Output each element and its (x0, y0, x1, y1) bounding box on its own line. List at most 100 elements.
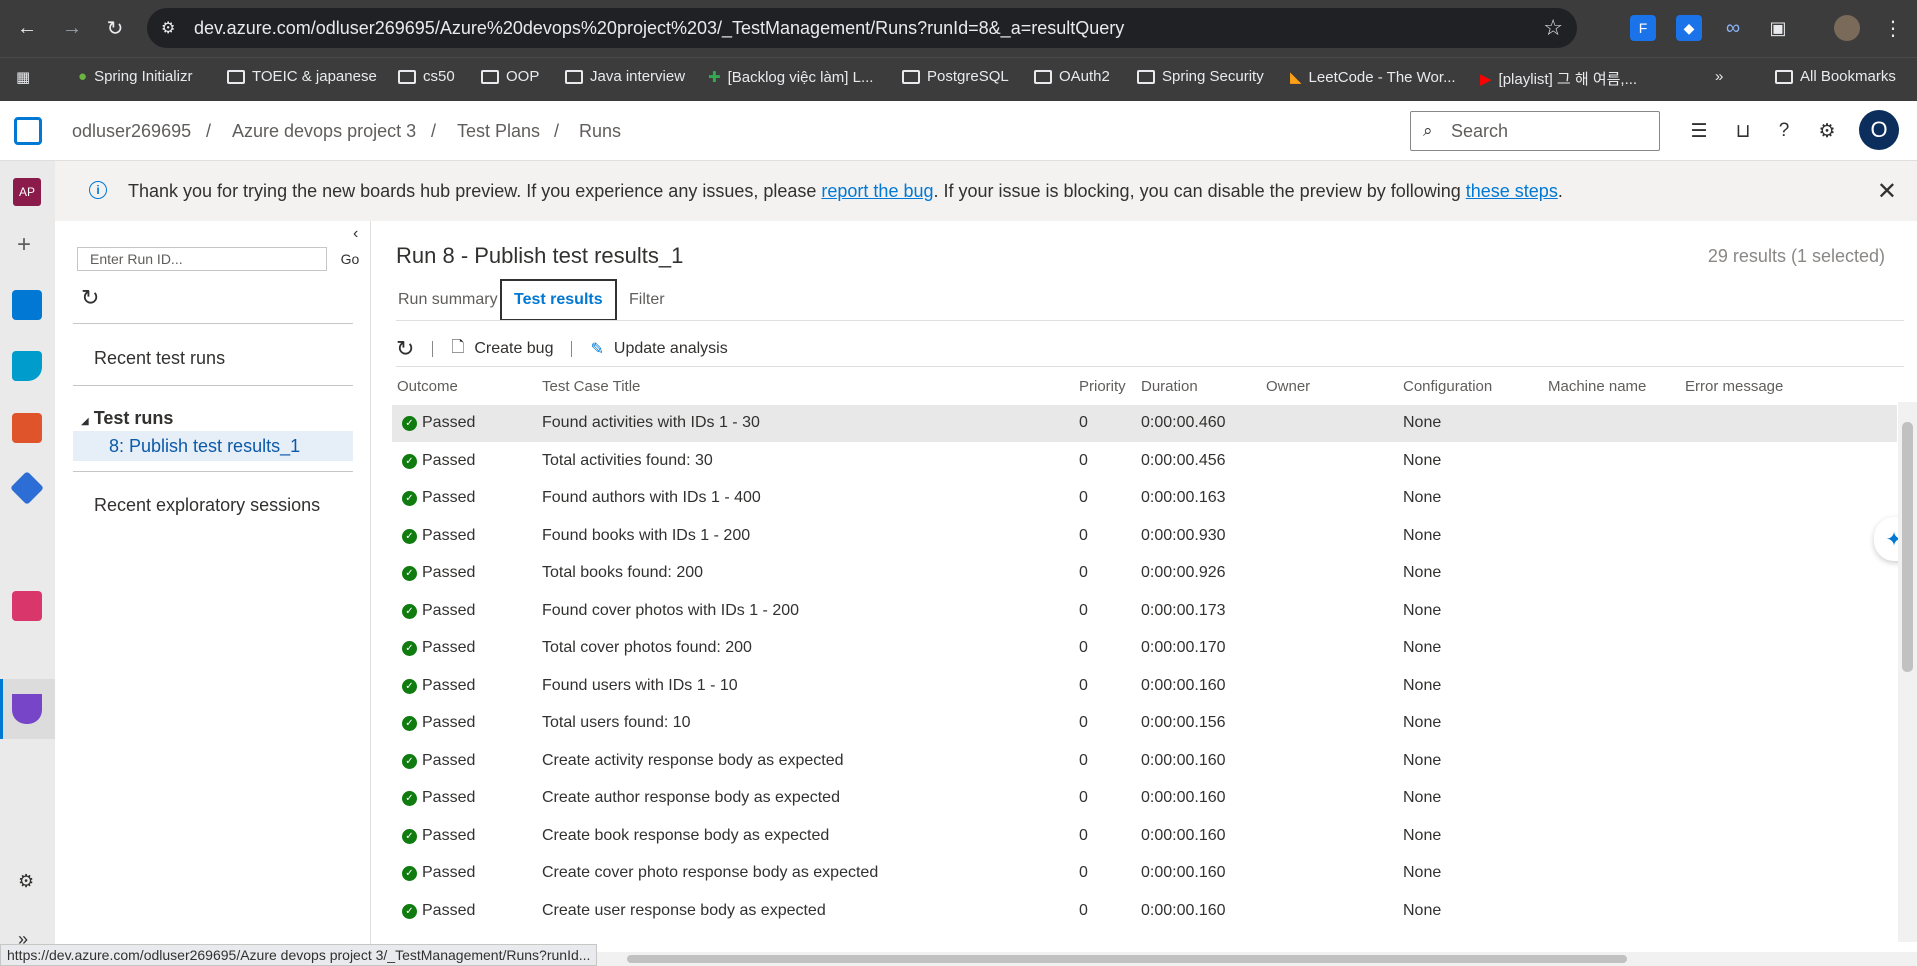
search-input[interactable]: ⌕ Search (1410, 111, 1660, 151)
bookmark-spring-security[interactable]: Spring Security (1137, 68, 1264, 85)
duration-cell: 0:00:00.160 (1141, 789, 1226, 806)
pipelines-icon[interactable] (10, 471, 44, 505)
table-row[interactable]: ✓ Passed Total users found: 10 0 0:00:00.156… (392, 705, 1897, 742)
update-analysis-button[interactable]: ✎ Update analysis (590, 339, 727, 359)
address-bar[interactable]: ⚙ dev.azure.com/odluser269695/Azure%20de… (147, 8, 1577, 48)
bookmark-oop[interactable]: OOP (481, 68, 539, 85)
column-configuration[interactable]: Configuration (1403, 378, 1492, 408)
project-badge[interactable]: AP (13, 178, 41, 206)
work-items-list-icon[interactable]: ☰ (1687, 119, 1711, 143)
outcome-cell: Passed (422, 414, 476, 431)
column-duration[interactable]: Duration (1141, 378, 1198, 408)
marketplace-bag-icon[interactable]: ⊔ (1731, 119, 1755, 143)
selected-run-item[interactable]: 8: Publish test results_1 (73, 431, 353, 461)
recent-exploratory-sessions-item[interactable]: Recent exploratory sessions (94, 495, 320, 516)
column-machine-name[interactable]: Machine name (1548, 378, 1646, 408)
bookmark-java-interview[interactable]: Java interview (565, 68, 685, 85)
table-row[interactable]: ✓ Passed Total cover photos found: 200 0 0:0… (392, 630, 1897, 667)
vertical-scrollbar[interactable] (1898, 402, 1917, 942)
table-row[interactable]: ✓ Passed Total books found: 200 0 0:00:00.92… (392, 555, 1897, 592)
report-bug-link[interactable]: report the bug (821, 181, 933, 201)
column-error-message[interactable]: Error message (1685, 378, 1783, 408)
passed-check-icon: ✓ (402, 491, 417, 506)
test-runs-group[interactable]: ◢ Test runs (81, 408, 173, 429)
table-row[interactable]: ✓ Passed Create activity response body as … (392, 743, 1897, 780)
bookmark-postgresql[interactable]: PostgreSQL (902, 68, 1009, 85)
test-plans-icon[interactable] (12, 694, 42, 724)
tab-test-results[interactable]: Test results (500, 279, 617, 321)
browser-toolbar: ← → ↻ ⚙ dev.azure.com/odluser269695/Azur… (0, 0, 1917, 57)
bookmark-all[interactable]: All Bookmarks (1775, 68, 1896, 85)
bookmark-oauth2[interactable]: OAuth2 (1034, 68, 1110, 85)
run-id-input[interactable]: Enter Run ID... (77, 247, 327, 271)
column-test-case-title[interactable]: Test Case Title (542, 378, 640, 408)
create-bug-button[interactable]: 🗋 Create bug (451, 336, 553, 363)
breadcrumb-org[interactable]: odluser269695 (72, 121, 191, 142)
user-avatar[interactable]: O (1859, 110, 1899, 150)
horizontal-scrollbar[interactable] (372, 952, 1917, 966)
table-row[interactable]: ✓ Passed Found activities with IDs 1 - 30 0… (392, 405, 1897, 442)
breadcrumb-test-plans[interactable]: Test Plans (457, 121, 540, 142)
reload-icon[interactable]: ↻ (100, 13, 130, 43)
title-cell: Total users found: 10 (542, 714, 691, 731)
go-button[interactable]: Go (335, 247, 365, 271)
table-row[interactable]: ✓ Passed Total activities found: 30 0 0:00:0… (392, 443, 1897, 480)
azure-devops-logo-icon[interactable] (14, 117, 42, 145)
column-owner[interactable]: Owner (1266, 378, 1310, 408)
profile-avatar-icon[interactable] (1834, 15, 1860, 41)
close-icon[interactable]: ✕ (1877, 177, 1897, 206)
tab-filter[interactable]: Filter (617, 279, 677, 321)
bookmark-leetcode[interactable]: ◣ LeetCode - The Wor... (1290, 68, 1456, 87)
forward-icon[interactable]: → (57, 13, 87, 43)
table-row[interactable]: ✓ Passed Found cover photos with IDs 1 - 2… (392, 593, 1897, 630)
refresh-icon[interactable]: ↻ (81, 285, 99, 311)
table-row[interactable]: ✓ Passed Create author response body as ex… (392, 780, 1897, 817)
bookmark-toeic[interactable]: TOEIC & japanese (227, 68, 377, 85)
refresh-icon[interactable]: ↻ (396, 336, 414, 362)
repos-icon[interactable] (12, 413, 42, 443)
collapse-pane-icon[interactable]: ‹ (353, 225, 358, 243)
boards-icon[interactable] (12, 351, 42, 381)
artifacts-icon[interactable] (12, 591, 42, 621)
more-bookmarks-icon[interactable]: » (1715, 68, 1723, 85)
url-text: dev.azure.com/odluser269695/Azure%20devo… (194, 17, 1125, 38)
tab-run-summary[interactable]: Run summary (386, 279, 510, 321)
extension-drop-icon[interactable]: ◆ (1676, 15, 1702, 41)
project-settings-icon[interactable]: ⚙ (18, 871, 34, 892)
link-extension-icon[interactable]: ∞ (1720, 15, 1746, 41)
recent-test-runs-item[interactable]: Recent test runs (94, 348, 225, 369)
table-row[interactable]: ✓ Passed Found books with IDs 1 - 200 0 0:00… (392, 518, 1897, 555)
breadcrumb-project[interactable]: Azure devops project 3 (232, 121, 416, 142)
bookmark-backlog[interactable]: ✚ [Backlog việc làm] L... (708, 68, 873, 87)
title-cell: Total activities found: 30 (542, 451, 713, 469)
table-row[interactable]: ✓ Passed Create cover photo response body … (392, 855, 1897, 892)
breadcrumb-runs[interactable]: Runs (579, 121, 621, 142)
table-row[interactable]: ✓ Passed Create book response body as expe… (392, 818, 1897, 855)
site-settings-icon[interactable]: ⚙ (161, 18, 181, 38)
bookmark-playlist[interactable]: ▶ [playlist] 그 해 여름,... (1480, 68, 1637, 89)
help-icon[interactable]: ? (1772, 119, 1796, 143)
folder-icon (1034, 69, 1052, 84)
user-settings-icon[interactable]: ⚙ (1815, 119, 1839, 143)
column-priority[interactable]: Priority (1079, 378, 1126, 408)
priority-cell: 0 (1079, 901, 1088, 919)
toolbar-separator (571, 341, 573, 357)
scrollbar-thumb[interactable] (1902, 422, 1913, 672)
apps-grid-icon[interactable]: ▦ (16, 68, 30, 86)
back-icon[interactable]: ← (12, 13, 42, 43)
add-icon[interactable]: + (17, 231, 31, 259)
table-row[interactable]: ✓ Passed Create user response body as expe… (392, 893, 1897, 930)
toolbar-divider (396, 366, 1904, 367)
extension-icon[interactable]: F (1630, 15, 1656, 41)
bookmark-star-icon[interactable]: ☆ (1543, 15, 1563, 41)
column-outcome[interactable]: Outcome (397, 378, 458, 408)
table-row[interactable]: ✓ Passed Found authors with IDs 1 - 400 0 0:… (392, 480, 1897, 517)
overview-icon[interactable] (12, 290, 42, 320)
bookmark-cs50[interactable]: cs50 (398, 68, 455, 85)
bookmark-spring-initializr[interactable]: ● Spring Initializr (78, 68, 192, 85)
extensions-puzzle-icon[interactable]: ▣ (1765, 15, 1791, 41)
menu-dots-icon[interactable]: ⋮ (1880, 15, 1906, 41)
these-steps-link[interactable]: these steps (1466, 181, 1558, 201)
table-row[interactable]: ✓ Passed Found users with IDs 1 - 10 0 0:00:… (392, 668, 1897, 705)
scrollbar-thumb[interactable] (627, 955, 1627, 963)
